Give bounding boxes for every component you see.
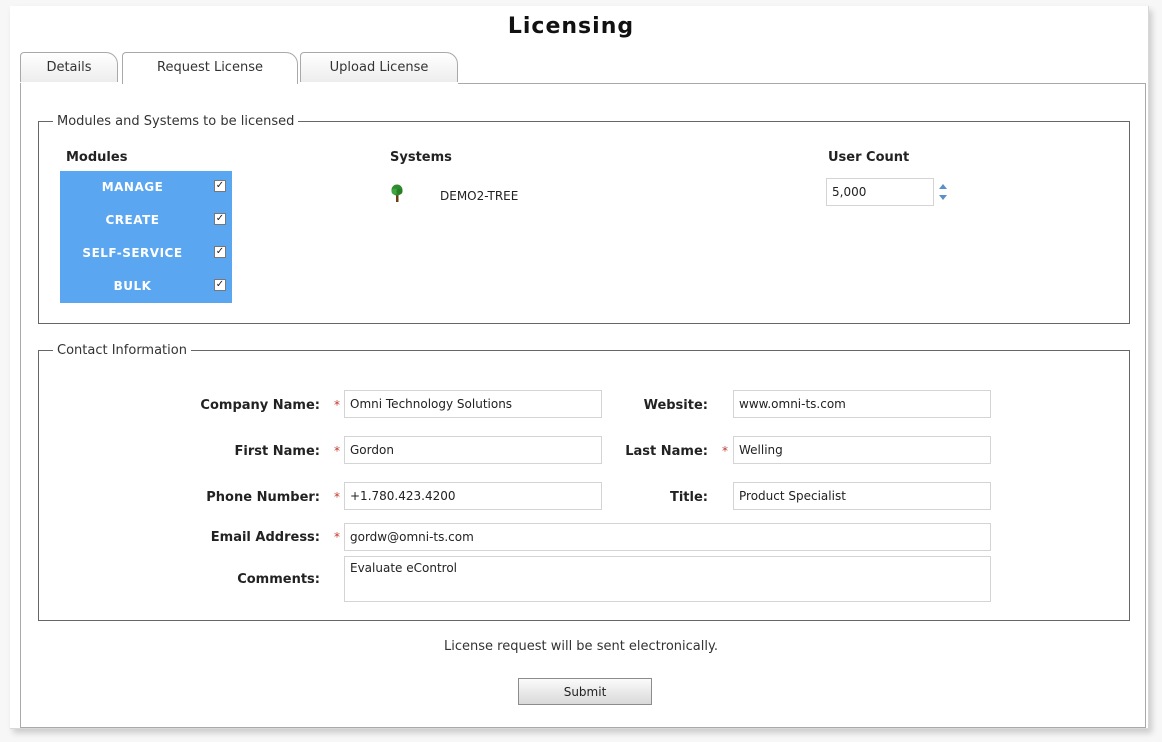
- comments-textarea[interactable]: Evaluate eControl: [344, 556, 991, 602]
- module-label: MANAGE: [101, 180, 164, 194]
- modules-list: MANAGE ✓ CREATE ✓ SELF-SERVICE ✓ BULK ✓: [60, 171, 232, 303]
- spinner-arrows-icon[interactable]: [938, 183, 948, 201]
- last-name-label: Last Name:: [625, 444, 708, 459]
- tree-icon: [391, 184, 403, 202]
- tab-request-license[interactable]: Request License: [122, 52, 298, 84]
- email-label: Email Address:: [210, 530, 320, 545]
- website-label: Website:: [643, 398, 708, 413]
- company-name-field[interactable]: Omni Technology Solutions: [344, 390, 602, 418]
- last-name-field[interactable]: Welling: [733, 436, 991, 464]
- systems-header: Systems: [390, 150, 452, 165]
- modules-systems-legend: Modules and Systems to be licensed: [57, 114, 295, 129]
- required-marker: *: [334, 398, 340, 412]
- required-marker: *: [722, 444, 728, 458]
- title-field[interactable]: Product Specialist: [733, 482, 991, 510]
- user-count-header: User Count: [828, 150, 910, 165]
- title-label: Title:: [669, 490, 708, 505]
- comments-label: Comments:: [237, 572, 320, 587]
- module-label: CREATE: [105, 213, 160, 227]
- module-row-create[interactable]: CREATE ✓: [60, 204, 232, 237]
- website-field[interactable]: www.omni-ts.com: [733, 390, 991, 418]
- required-marker: *: [334, 490, 340, 504]
- module-row-self-service[interactable]: SELF-SERVICE ✓: [60, 237, 232, 270]
- phone-label: Phone Number:: [206, 490, 320, 505]
- required-marker: *: [334, 530, 340, 544]
- module-checkbox-bulk[interactable]: ✓: [214, 279, 226, 291]
- modules-header: Modules: [66, 150, 128, 165]
- contact-legend: Contact Information: [57, 343, 187, 358]
- module-checkbox-create[interactable]: ✓: [214, 213, 226, 225]
- system-name[interactable]: DEMO2-TREE: [440, 189, 518, 203]
- required-marker: *: [334, 444, 340, 458]
- module-row-bulk[interactable]: BULK ✓: [60, 270, 232, 303]
- company-name-label: Company Name:: [200, 398, 320, 413]
- user-count-input[interactable]: 5,000: [826, 178, 934, 206]
- phone-field[interactable]: +1.780.423.4200: [344, 482, 602, 510]
- module-checkbox-manage[interactable]: ✓: [214, 180, 226, 192]
- submit-button[interactable]: Submit: [518, 678, 652, 705]
- first-name-field[interactable]: Gordon: [344, 436, 602, 464]
- tab-details[interactable]: Details: [20, 52, 118, 82]
- send-note: License request will be sent electronica…: [444, 639, 718, 654]
- page-title: Licensing: [507, 14, 635, 39]
- first-name-label: First Name:: [234, 444, 320, 459]
- module-row-manage[interactable]: MANAGE ✓: [60, 171, 232, 204]
- module-label: SELF-SERVICE: [82, 246, 183, 260]
- module-label: BULK: [113, 279, 152, 293]
- tab-upload-license[interactable]: Upload License: [300, 52, 458, 82]
- module-checkbox-self-service[interactable]: ✓: [214, 246, 226, 258]
- email-field[interactable]: gordw@omni-ts.com: [344, 523, 991, 551]
